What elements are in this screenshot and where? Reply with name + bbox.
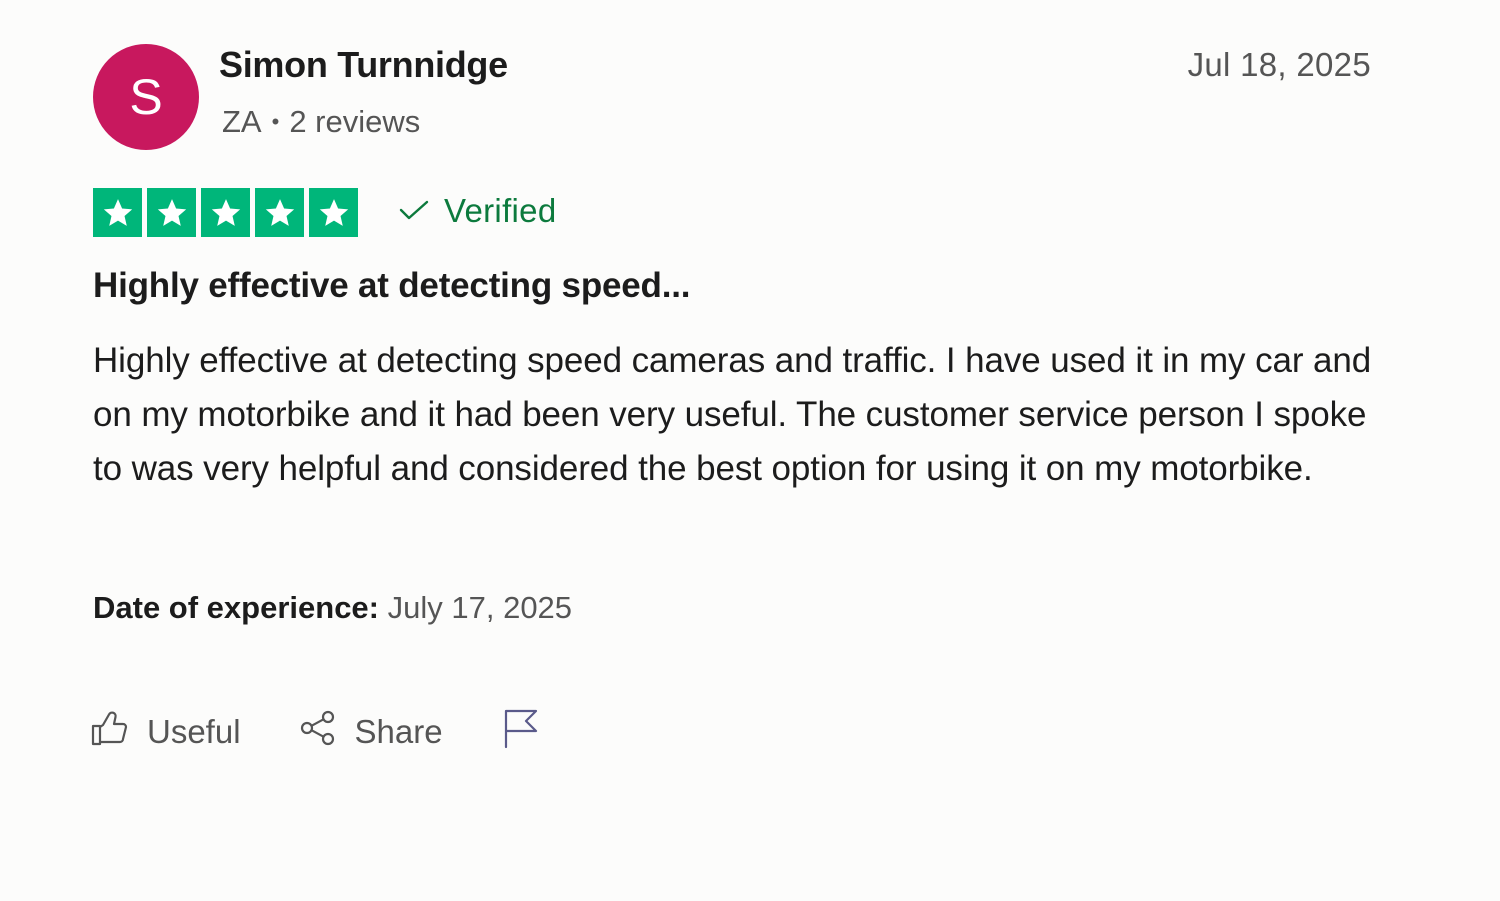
reviewer-review-count: 2 reviews — [289, 104, 421, 139]
share-button[interactable]: Share — [299, 709, 443, 755]
star-icon — [201, 188, 250, 237]
reviewer-country: ZA — [222, 104, 262, 139]
experience-date: July 17, 2025 — [387, 590, 573, 625]
thumbs-up-icon — [91, 709, 129, 755]
report-button[interactable] — [503, 707, 539, 757]
review-body: Highly effective at detecting speed came… — [93, 341, 1372, 488]
flag-icon — [503, 707, 539, 757]
avatar-initial: S — [129, 69, 163, 125]
checkmark-icon — [398, 192, 430, 230]
star-icon — [255, 188, 304, 237]
reviewer-name[interactable]: Simon Turnnidge — [219, 44, 508, 86]
star-rating — [93, 188, 358, 237]
star-icon — [93, 188, 142, 237]
meta-separator: • — [271, 109, 280, 134]
useful-label: Useful — [147, 713, 241, 750]
share-label: Share — [354, 713, 443, 750]
experience-label: Date of experience: — [93, 590, 379, 625]
review-actions: Useful Share — [91, 707, 539, 757]
star-icon — [147, 188, 196, 237]
reviewer-meta: ZA • 2 reviews — [222, 104, 420, 140]
verified-badge[interactable]: Verified — [398, 192, 556, 230]
avatar[interactable]: S — [93, 44, 199, 150]
useful-button[interactable]: Useful — [91, 709, 241, 755]
review-title[interactable]: Highly effective at detecting speed... — [93, 266, 690, 306]
date-of-experience: Date of experience: July 17, 2025 — [93, 590, 572, 626]
verified-label: Verified — [444, 192, 557, 229]
review-card: S Simon Turnnidge ZA • 2 reviews Jul 18,… — [0, 0, 1500, 901]
share-icon — [299, 709, 337, 755]
star-icon — [309, 188, 358, 237]
review-date: Jul 18, 2025 — [1187, 46, 1371, 83]
